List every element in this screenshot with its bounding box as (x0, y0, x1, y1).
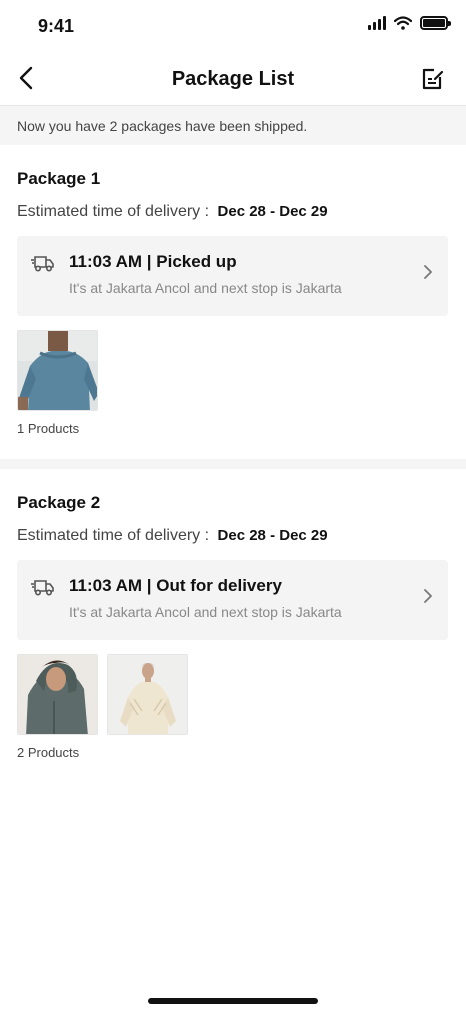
tracking-card[interactable]: 11:03 AM | Picked up It's at Jakarta Anc… (17, 236, 448, 316)
product-thumbnail[interactable] (17, 654, 98, 735)
delivery-estimate: Estimated time of delivery : Dec 28 - De… (17, 527, 328, 545)
header: Package List (0, 50, 466, 106)
wifi-icon (394, 16, 412, 30)
page-title: Package List (171, 68, 295, 90)
products-count: 2 Products (17, 745, 80, 760)
tracking-card[interactable]: 11:03 AM | Out for delivery It's at Jaka… (17, 560, 448, 640)
package-title: Package 1 (17, 169, 101, 188)
products-count: 1 Products (17, 421, 80, 436)
eta-label: Estimated time of delivery : (17, 203, 210, 220)
status-bar: 9:41 (0, 0, 466, 50)
tracking-status: 11:03 AM | Out for delivery (69, 576, 282, 595)
product-thumbnail[interactable] (107, 654, 188, 735)
edit-note-icon[interactable] (420, 66, 446, 92)
shipped-notice: Now you have 2 packages have been shippe… (0, 107, 466, 145)
truck-icon (31, 256, 54, 272)
eta-label: Estimated time of delivery : (17, 527, 210, 544)
tracking-description: It's at Jakarta Ancol and next stop is J… (69, 604, 342, 620)
battery-icon (420, 16, 451, 30)
notice-text: Now you have 2 packages have been shippe… (17, 118, 308, 134)
eta-value: Dec 28 - Dec 29 (217, 527, 328, 544)
chevron-right-icon (424, 265, 432, 279)
package-title: Package 2 (17, 493, 101, 512)
tracking-status: 11:03 AM | Picked up (69, 252, 237, 271)
tracking-description: It's at Jakarta Ancol and next stop is J… (69, 280, 342, 296)
delivery-estimate: Estimated time of delivery : Dec 28 - De… (17, 203, 328, 221)
home-indicator[interactable] (148, 998, 318, 1004)
truck-icon (31, 580, 54, 596)
eta-value: Dec 28 - Dec 29 (217, 203, 328, 220)
status-time: 9:41 (38, 16, 75, 36)
package-card-1: Package 1 Estimated time of delivery : D… (0, 145, 466, 459)
status-icons (368, 16, 451, 30)
chevron-right-icon (424, 589, 432, 603)
signal-icon (368, 16, 386, 30)
product-thumbnail[interactable] (17, 330, 98, 411)
package-card-2: Package 2 Estimated time of delivery : D… (0, 469, 466, 1018)
